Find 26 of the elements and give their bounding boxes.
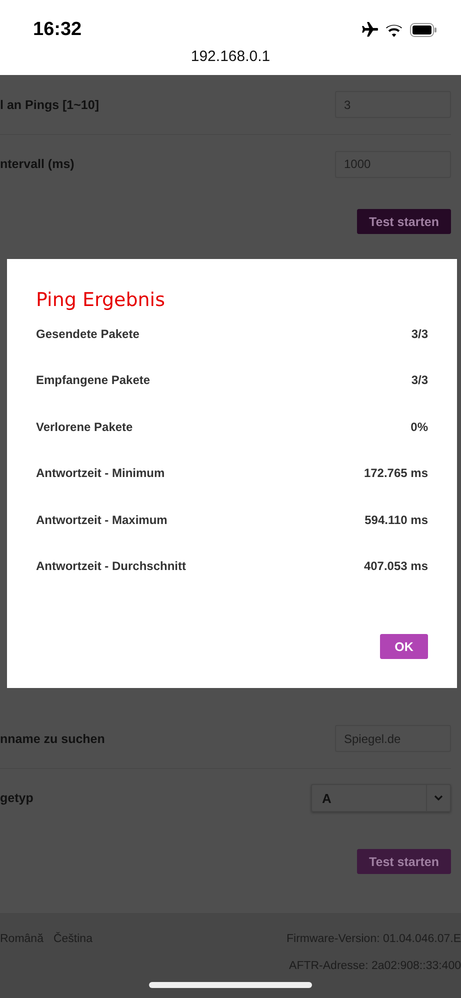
result-value: 172.765 ms: [364, 466, 428, 482]
result-value: 3/3: [411, 327, 428, 343]
result-value: 407.053 ms: [364, 558, 428, 575]
airplane-icon: [360, 22, 378, 38]
result-value: 594.110 ms: [364, 512, 428, 529]
battery-icon: [410, 23, 437, 37]
result-value: 3/3: [411, 373, 428, 390]
result-label: Verlorene Pakete: [36, 420, 133, 436]
result-label: Gesendete Pakete: [36, 327, 140, 343]
start-test-button[interactable]: Test starten: [357, 209, 451, 234]
record-type-select[interactable]: A: [311, 784, 451, 812]
result-value: 0%: [410, 420, 428, 436]
field-label: ntervall (ms): [0, 157, 74, 171]
ok-button[interactable]: OK: [380, 634, 428, 660]
result-label: Antwortzeit - Minimum: [36, 466, 165, 482]
result-label: Antwortzeit - Maximum: [36, 512, 168, 529]
wifi-icon: [386, 24, 402, 36]
field-label: l an Pings [1~10]: [0, 98, 99, 112]
clock: 16:32: [33, 19, 82, 41]
result-label: Antwortzeit - Durchschnitt: [36, 558, 186, 575]
field-label: getyp: [0, 791, 34, 805]
address-bar[interactable]: 192.168.0.1: [190, 48, 270, 65]
field-label: nname zu suchen: [0, 732, 105, 746]
start-test-button[interactable]: Test starten: [357, 849, 451, 874]
result-label: Empfangene Pakete: [36, 373, 150, 390]
dialog-title: Ping Ergebnis: [36, 289, 166, 311]
